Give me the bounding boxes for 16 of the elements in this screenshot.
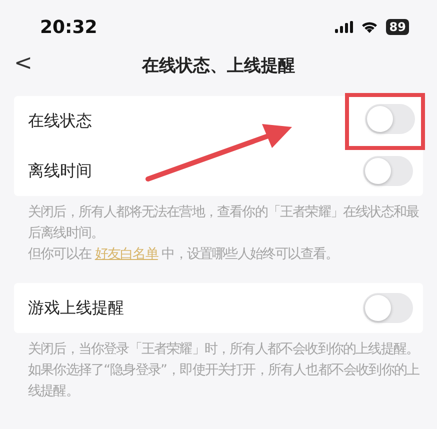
setting-label: 离线时间 xyxy=(28,160,92,182)
toggle-switch[interactable] xyxy=(365,104,415,134)
setting-label: 游戏上线提醒 xyxy=(28,297,124,319)
back-button[interactable]: < xyxy=(10,50,36,78)
hint-text: 关闭后，所有人都将无法在营地，查看你的「王者荣耀」在线状态和最后离线时间。 xyxy=(28,204,420,243)
hint-text: 但你可以在 好友白名单 中，设置哪些人始终可以查看。 xyxy=(28,246,340,264)
wifi-icon xyxy=(361,21,378,33)
toggle-switch[interactable] xyxy=(363,293,413,323)
battery-level: 89 xyxy=(386,19,409,35)
toggle-switch[interactable] xyxy=(363,156,413,186)
setting-label: 在线状态 xyxy=(28,110,92,132)
signal-icon xyxy=(335,21,354,33)
page-title: 在线状态、上线提醒 xyxy=(142,55,295,78)
hint-text: 关闭后，当你登录「王者荣耀」时，所有人都不会收到你的上线提醒。 xyxy=(28,340,420,359)
clock-time: 20:32 xyxy=(40,16,98,40)
hint-text: 如果你选择了“隐身登录”，即使开关打开，所有人也都不会收到你的上线提醒。 xyxy=(28,362,420,401)
